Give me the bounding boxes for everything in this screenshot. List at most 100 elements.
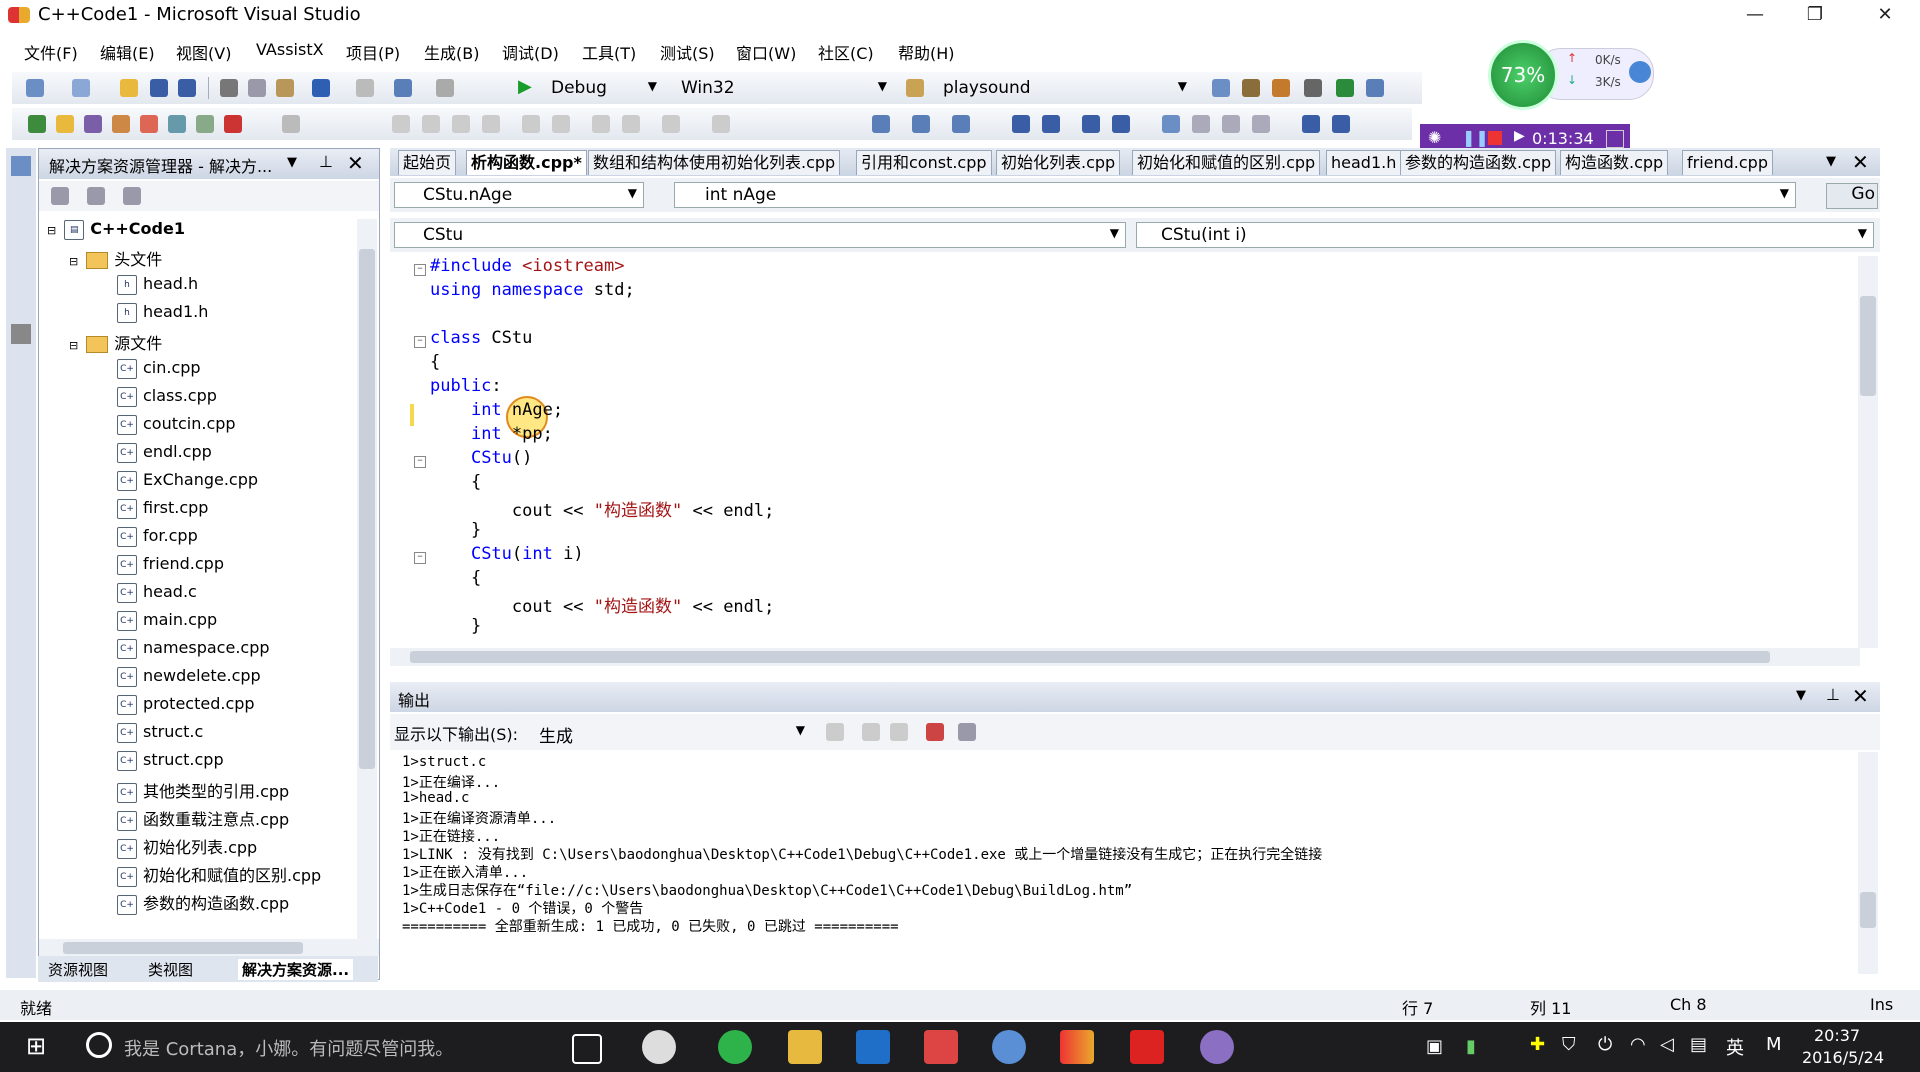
bookmark-toggle-icon[interactable]	[1162, 115, 1180, 133]
paste-icon[interactable]	[276, 79, 294, 97]
ime-indicator[interactable]: 英	[1726, 1034, 1744, 1060]
member-decl-combo[interactable]: int nAge ▼	[674, 182, 1796, 208]
window-layout-icon[interactable]	[1366, 79, 1384, 97]
output-line[interactable]: 1>生成日志保存在“file://c:\Users\baodonghua\Des…	[402, 880, 1132, 900]
format-icon[interactable]	[282, 115, 300, 133]
app-icon[interactable]	[1200, 1030, 1234, 1064]
battery-icon[interactable]: ▮	[1466, 1036, 1476, 1057]
object-browser-icon[interactable]	[1272, 79, 1290, 97]
doc-tab[interactable]: friend.cpp	[1682, 150, 1773, 175]
fold-toggle-icon[interactable]: −	[414, 552, 426, 564]
menu-edit[interactable]: 编辑(E)	[100, 40, 155, 64]
app-icon[interactable]	[642, 1030, 676, 1064]
close-icon[interactable]: ✕	[1852, 150, 1869, 174]
center-vert-icon[interactable]	[552, 115, 570, 133]
chevron-down-icon[interactable]: ▼	[1826, 154, 1836, 169]
start-debug-icon[interactable]: ▶	[518, 76, 532, 97]
server-explorer-icon[interactable]	[11, 156, 31, 176]
comment-icon[interactable]	[1082, 115, 1100, 133]
code-editor[interactable]: − − − − #include <iostream> using namesp…	[390, 256, 1860, 646]
tree-root[interactable]: ⊟ ▤ C++Code1	[47, 219, 185, 240]
browser-icon[interactable]	[718, 1030, 752, 1064]
menu-project[interactable]: 项目(P)	[346, 40, 400, 64]
scroll-thumb[interactable]	[63, 942, 303, 954]
shield-icon[interactable]: ⛉	[1562, 1034, 1576, 1055]
save-all-icon[interactable]	[178, 79, 196, 97]
copy-icon[interactable]	[248, 79, 266, 97]
scope-combo[interactable]: CStu ▼	[394, 222, 1126, 248]
menu-help[interactable]: 帮助(H)	[898, 40, 955, 64]
doc-tab[interactable]: 引用和const.cpp	[856, 150, 992, 175]
tree-item-file[interactable]: C+ coutcin.cpp	[117, 414, 236, 435]
file-explorer-icon[interactable]	[788, 1030, 822, 1064]
tree-item-file[interactable]: C+ namespace.cpp	[117, 638, 270, 659]
cortana-icon[interactable]	[86, 1032, 112, 1058]
menu-test[interactable]: 测试(S)	[660, 40, 715, 64]
tree-vertical-scrollbar[interactable]	[357, 219, 377, 939]
align-right-icon[interactable]	[422, 115, 440, 133]
restore-button[interactable]: ❐	[1790, 0, 1840, 30]
clock-time[interactable]: 20:37	[1814, 1026, 1860, 1045]
chevron-down-icon[interactable]: ▼	[1796, 688, 1806, 703]
reference-icon[interactable]	[168, 115, 186, 133]
tree-item-file[interactable]: C+ newdelete.cpp	[117, 666, 261, 687]
doc-tab[interactable]: 数组和结构体使用初始化列表.cpp	[588, 150, 841, 175]
undo-icon[interactable]	[312, 79, 330, 97]
align-left-icon[interactable]	[392, 115, 410, 133]
check-icon[interactable]	[28, 115, 46, 133]
tree-item-file[interactable]: C+ 参数的构造函数.cpp	[117, 890, 289, 915]
menu-community[interactable]: 社区(C)	[818, 40, 874, 64]
accelerate-icon[interactable]	[1629, 61, 1651, 83]
tab-resource-view[interactable]: 资源视图	[48, 959, 108, 980]
properties-icon[interactable]	[51, 187, 69, 205]
tab-active-document[interactable]: 析构函数.cpp*	[466, 150, 587, 175]
menu-tools[interactable]: 工具(T)	[582, 40, 636, 64]
visual-studio-icon[interactable]	[1060, 1030, 1094, 1064]
close-button[interactable]: ✕	[1860, 0, 1910, 30]
find-combo[interactable]: playsound ▼	[934, 75, 1194, 101]
add-item-icon[interactable]	[72, 79, 90, 97]
redo-icon[interactable]	[356, 79, 374, 97]
tree-item-file[interactable]: C+ ExChange.cpp	[117, 470, 258, 491]
go-button[interactable]: Go	[1826, 183, 1878, 209]
navigate-back-icon[interactable]	[394, 79, 412, 97]
clock-date[interactable]: 2016/5/24	[1802, 1048, 1884, 1067]
tree-item-file[interactable]: C+ for.cpp	[117, 526, 198, 547]
navigate-forward-icon[interactable]	[436, 79, 454, 97]
tree-folder-sources[interactable]: ⊟ 源文件	[69, 330, 162, 354]
pin-icon[interactable]: ⊥	[1826, 685, 1840, 704]
cut-icon[interactable]	[220, 79, 238, 97]
tree-item-file[interactable]: C+ class.cpp	[117, 386, 217, 407]
tray-plus-icon[interactable]: ✚	[1530, 1034, 1545, 1055]
scroll-thumb[interactable]	[1860, 296, 1876, 396]
find-message-icon[interactable]	[826, 723, 844, 741]
scroll-thumb[interactable]	[410, 651, 1770, 663]
member-combo[interactable]: CStu.nAge ▼	[394, 182, 644, 208]
collapse-icon[interactable]: ⊟	[69, 339, 78, 352]
same-width-icon[interactable]	[592, 115, 610, 133]
indent-icon[interactable]	[1012, 115, 1030, 133]
tree-horizontal-scrollbar[interactable]	[39, 939, 379, 957]
store-icon[interactable]	[856, 1030, 890, 1064]
find-in-files-icon[interactable]	[906, 79, 924, 97]
tree-item-file[interactable]: C+ friend.cpp	[117, 554, 224, 575]
outdent-icon[interactable]	[1042, 115, 1060, 133]
bookmark-next-icon[interactable]	[1222, 115, 1240, 133]
grid-icon[interactable]	[712, 115, 730, 133]
new-project-icon[interactable]	[26, 79, 44, 97]
close-icon[interactable]: ✕	[1852, 684, 1869, 708]
volume-icon[interactable]: ◁	[1660, 1034, 1674, 1055]
doc-tab[interactable]: 初始化和赋值的区别.cpp	[1132, 150, 1321, 175]
spacing-icon[interactable]	[662, 115, 680, 133]
spellcheck-icon[interactable]	[224, 115, 242, 133]
menu-view[interactable]: 视图(V)	[176, 40, 231, 64]
close-icon[interactable]: ✕	[347, 151, 364, 175]
properties-icon[interactable]	[1242, 79, 1260, 97]
tab-solution-explorer[interactable]: 解决方案资源...	[238, 959, 354, 980]
bookmark-prev-icon[interactable]	[1192, 115, 1210, 133]
fold-toggle-icon[interactable]: −	[414, 264, 426, 276]
assist-icon[interactable]	[84, 115, 102, 133]
function-combo[interactable]: CStu(int i) ▼	[1136, 222, 1874, 248]
app-icon[interactable]	[992, 1030, 1026, 1064]
app-icon[interactable]	[1130, 1030, 1164, 1064]
